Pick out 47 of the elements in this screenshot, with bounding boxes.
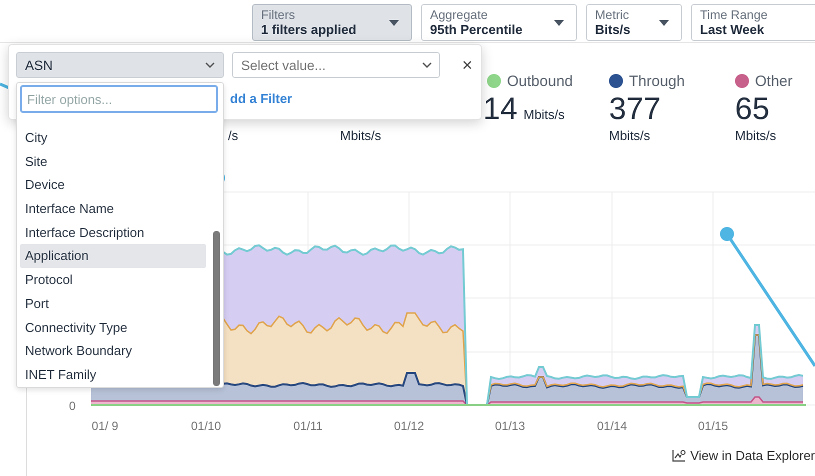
stat-unit: Mbits/s [523,107,565,122]
toolbar-dropdown[interactable]: Time Range Last Week [691,4,815,41]
stat-value: 14 [483,91,518,127]
stat-label: Outbound [507,72,573,90]
axis-label: 01/12 [394,419,424,433]
dropdown-option[interactable]: Connectivity Type [20,316,206,340]
stat-label: Other [755,72,793,90]
data-explorer-link[interactable]: View in Data Explorer [672,448,815,463]
dropdown-option[interactable]: Device [20,173,206,198]
dropdown-option[interactable]: Interface Name [20,197,206,221]
stat-unit: /s [228,128,240,143]
axis-label: 01/14 [596,419,628,433]
toolbar-dropdown[interactable]: Filters 1 filters applied [252,4,412,41]
remove-filter-button[interactable]: × [458,54,477,76]
axis-label: 0 [69,399,76,413]
axis-label: 01/11 [293,419,323,433]
stat-unit: Mbits/s [735,128,778,143]
filter-options-field[interactable]: Filter options... [20,85,218,113]
caret-icon [659,20,669,26]
chevron-icon [422,62,432,68]
dropdown-option[interactable]: Protocol [20,268,206,292]
axis-label: 01/ 9 [92,419,118,433]
dropdown-option[interactable]: INET Family [20,362,206,387]
value-select[interactable]: Select value... [232,52,440,78]
dropdown-option[interactable]: Site [20,150,206,174]
chevron-icon [205,62,215,68]
stat-unit: Mbits/s [609,128,652,143]
toolbar-dropdown[interactable]: Metric Bits/s [586,4,682,41]
axis-label: 01/13 [494,419,526,433]
axis-label: 01/15 [698,419,728,433]
axis-label: 01/10 [190,419,222,433]
dropdown-option[interactable]: Port [20,292,206,316]
dropdown-option[interactable]: Network Boundary [20,339,206,363]
dropdown-option[interactable]: City [20,126,206,150]
stat-value: 377 [609,91,662,127]
stat-label: Through [629,72,685,90]
caret-icon [389,20,399,26]
dropdown-option[interactable]: Interface Description [20,220,206,244]
stat-value: 65 [735,91,770,127]
toolbar-dropdown[interactable]: Aggregate 95th Percentile [421,4,577,41]
dimension-select[interactable]: ASN [16,52,224,78]
dropdown-option[interactable]: Application [20,244,206,268]
scrollbar-thumb[interactable] [213,231,220,386]
add-filter-link[interactable]: dd a Filter [230,91,292,106]
caret-icon [554,20,564,26]
stat-unit: Mbits/s [340,128,382,143]
chart-icon [672,449,686,462]
